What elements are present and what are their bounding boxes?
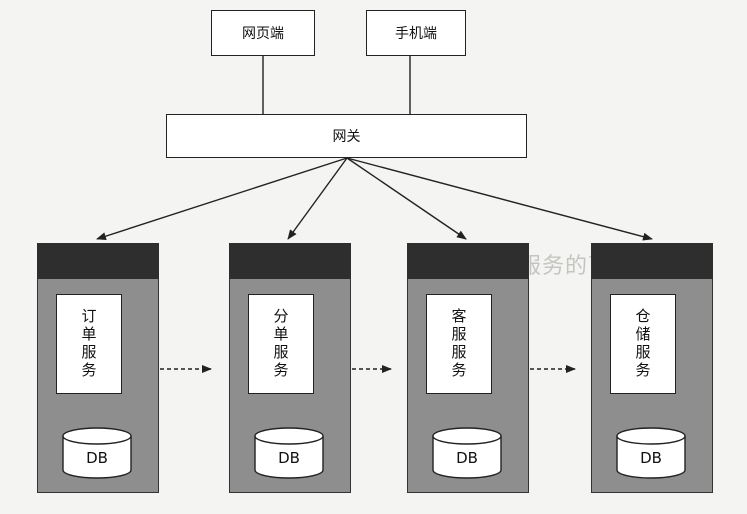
- order-service-label: 订单服务: [79, 308, 98, 380]
- gateway-label: 网关: [332, 129, 361, 145]
- order-service-container: 订单服务 DB: [37, 243, 159, 493]
- order-db-label: DB: [86, 449, 108, 467]
- warehouse-db-label: DB: [640, 449, 662, 467]
- dispatch-service-box: 分单服务: [248, 294, 314, 394]
- service-cap: [37, 243, 159, 279]
- order-db: DB: [62, 427, 132, 479]
- dispatch-service-label: 分单服务: [271, 308, 290, 380]
- customer-service-container: 客服服务 DB: [407, 243, 529, 493]
- gateway-to-service-arrow: [346, 157, 467, 240]
- warehouse-service-box: 仓储服务: [610, 294, 676, 394]
- mobile-client-label: 手机端: [395, 26, 437, 42]
- warehouse-service-container: 仓储服务 DB: [591, 243, 713, 493]
- customer-db: DB: [432, 427, 502, 479]
- web-client-box: 网页端: [211, 10, 315, 56]
- service-cap: [229, 243, 351, 279]
- warehouse-service-label: 仓储服务: [633, 308, 652, 380]
- order-service-box: 订单服务: [56, 294, 122, 394]
- gateway-to-warehouse-arrow: [346, 157, 653, 241]
- dispatch-db: DB: [254, 427, 324, 479]
- gateway-to-dispatch-arrow: [287, 157, 348, 240]
- service-cap: [407, 243, 529, 279]
- dispatch-db-label: DB: [278, 449, 300, 467]
- mobile-client-box: 手机端: [366, 10, 466, 56]
- warehouse-db: DB: [616, 427, 686, 479]
- gateway-box: 网关: [166, 114, 527, 158]
- customer-service-label: 客服服务: [449, 308, 468, 380]
- service-cap: [591, 243, 713, 279]
- gateway-to-order-arrow: [96, 157, 348, 241]
- customer-db-label: DB: [456, 449, 478, 467]
- dispatch-service-container: 分单服务 DB: [229, 243, 351, 493]
- customer-service-box: 客服服务: [426, 294, 492, 394]
- web-client-label: 网页端: [242, 26, 284, 42]
